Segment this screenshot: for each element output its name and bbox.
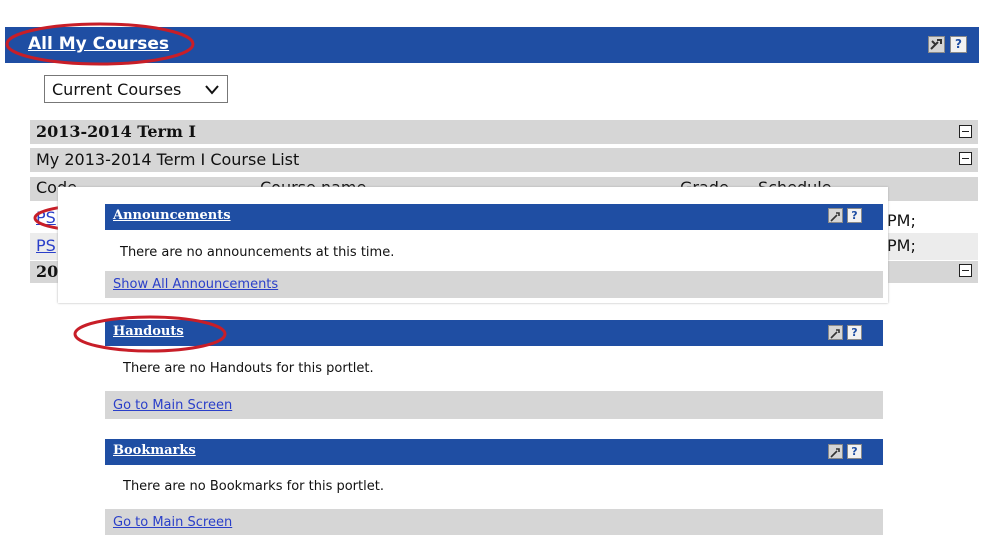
handouts-go-to-main-screen-link[interactable]: Go to Main Screen [113,398,232,413]
show-all-announcements-link[interactable]: Show All Announcements [113,277,278,292]
collapse-term-2-icon[interactable] [959,264,972,277]
announcements-portlet: Announcements ? There are no announcemen… [58,187,888,303]
bookmarks-help-icon[interactable]: ? [847,444,862,459]
portlet-settings-icon[interactable] [928,36,945,53]
collapse-course-list-icon[interactable] [959,152,972,165]
bookmarks-header [105,439,883,465]
handouts-help-icon[interactable]: ? [847,325,862,340]
bookmarks-message: There are no Bookmarks for this portlet. [123,479,384,494]
highlight-ellipse-handouts [73,315,227,353]
course-schedule-2: PM; [887,236,916,255]
handouts-message: There are no Handouts for this portlet. [123,361,374,376]
portlet-help-icon[interactable]: ? [950,36,967,53]
collapse-term-icon[interactable] [959,125,972,138]
term-2-header-text: 20 [36,262,59,281]
highlight-ellipse-all-my-courses [5,22,195,66]
announcements-settings-icon[interactable] [828,208,843,223]
announcements-title-link[interactable]: Announcements [113,208,231,223]
chevron-down-icon [205,85,219,95]
bookmarks-settings-icon[interactable] [828,444,843,459]
bookmarks-go-to-main-screen-link[interactable]: Go to Main Screen [113,515,232,530]
term-header-text: 2013-2014 Term I [36,122,196,141]
handouts-settings-icon[interactable] [828,325,843,340]
announcements-help-icon[interactable]: ? [847,208,862,223]
course-filter-value: Current Courses [52,80,182,99]
course-list-title: My 2013-2014 Term I Course List [36,150,300,169]
announcements-message: There are no announcements at this time. [120,245,395,260]
bookmarks-title-link[interactable]: Bookmarks [113,443,196,458]
course-schedule-1: PM; [887,211,916,230]
course-filter-select[interactable]: Current Courses [44,75,228,103]
